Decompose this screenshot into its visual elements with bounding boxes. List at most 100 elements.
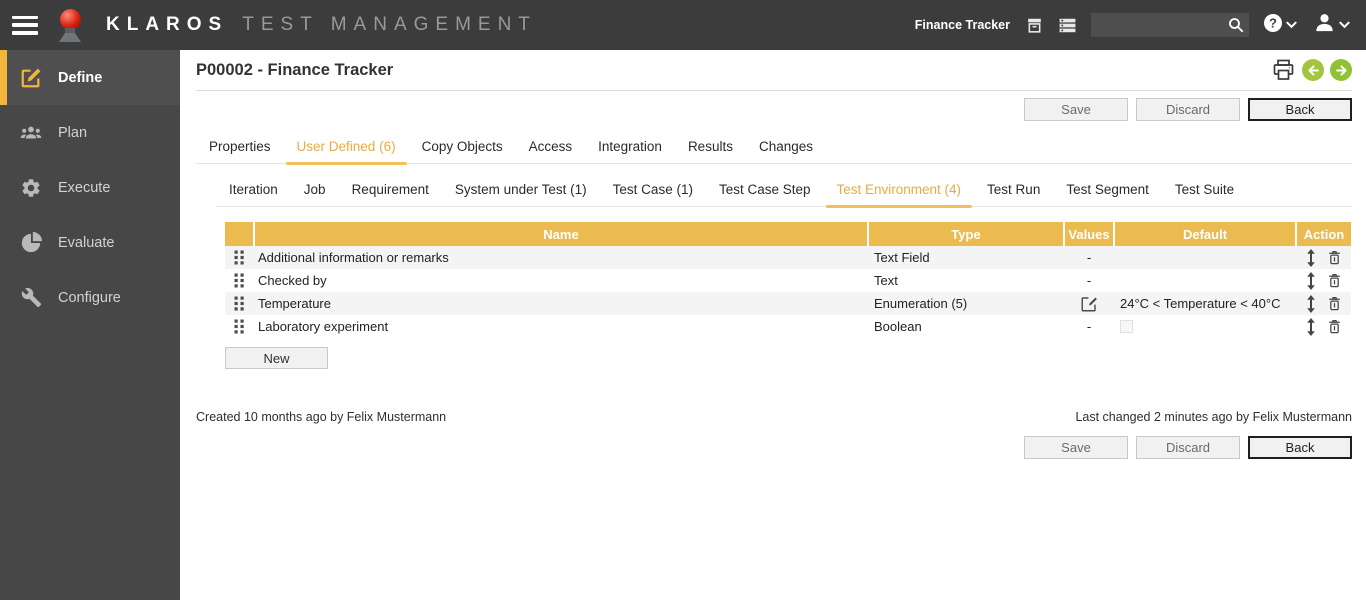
next-icon[interactable] xyxy=(1330,59,1352,81)
search-box xyxy=(1091,13,1249,37)
svg-text:?: ? xyxy=(1269,15,1277,30)
delete-icon[interactable] xyxy=(1326,295,1343,312)
hamburger-menu-icon[interactable] xyxy=(12,15,38,35)
user-icon xyxy=(1313,11,1336,39)
delete-icon[interactable] xyxy=(1326,318,1343,335)
field-name: Laboratory experiment xyxy=(258,319,389,334)
tab-integration[interactable]: Integration xyxy=(585,134,675,163)
save-button[interactable]: Save xyxy=(1024,436,1128,459)
sidebar-item-label: Plan xyxy=(58,124,88,141)
new-button[interactable]: New xyxy=(225,347,328,369)
field-name: Checked by xyxy=(258,273,327,288)
column-header-type: Type xyxy=(867,222,1063,246)
column-header-values: Values xyxy=(1063,222,1113,246)
tab-properties[interactable]: Properties xyxy=(196,134,284,163)
back-button[interactable]: Back xyxy=(1248,436,1352,459)
subtab-test-segment[interactable]: Test Segment xyxy=(1053,177,1162,206)
table-header-row: Name Type Values Default Action xyxy=(225,222,1351,246)
user-menu[interactable] xyxy=(1313,11,1350,39)
subtab-requirement[interactable]: Requirement xyxy=(339,177,442,206)
last-changed-text: Last changed 2 minutes ago by Felix Must… xyxy=(1075,410,1352,424)
drag-handle-icon[interactable] xyxy=(234,273,245,288)
storage-icon[interactable] xyxy=(1058,16,1077,35)
search-input[interactable] xyxy=(1091,13,1249,37)
field-type: Text Field xyxy=(874,250,930,265)
page-title: P00002 - Finance Tracker xyxy=(196,60,394,79)
brand-name: KLAROS xyxy=(106,14,229,35)
tab-copy-objects[interactable]: Copy Objects xyxy=(409,134,516,163)
edit-square-icon xyxy=(19,67,43,89)
tab-changes[interactable]: Changes xyxy=(746,134,826,163)
people-icon xyxy=(19,122,43,144)
field-values: - xyxy=(1086,319,1092,334)
subtab-job[interactable]: Job xyxy=(291,177,339,206)
main-tabs: Properties User Defined (6) Copy Objects… xyxy=(196,134,1352,165)
sidebar-item-label: Execute xyxy=(58,179,111,196)
drag-handle-icon[interactable] xyxy=(234,250,245,265)
print-icon[interactable] xyxy=(1271,58,1296,82)
sidebar-item-label: Define xyxy=(58,69,103,86)
edit-values-icon[interactable] xyxy=(1080,295,1098,313)
field-values: - xyxy=(1086,250,1092,265)
save-button[interactable]: Save xyxy=(1024,98,1128,121)
sidebar: Define Plan Execute Evaluate Configure xyxy=(0,50,180,600)
discard-button[interactable]: Discard xyxy=(1136,436,1240,459)
klaros-logo-icon xyxy=(52,8,88,42)
chevron-down-icon xyxy=(1339,16,1350,34)
help-icon: ? xyxy=(1263,13,1283,38)
tab-access[interactable]: Access xyxy=(516,134,586,163)
wrench-icon xyxy=(19,287,43,308)
sidebar-item-evaluate[interactable]: Evaluate xyxy=(0,215,180,270)
back-button[interactable]: Back xyxy=(1248,98,1352,121)
subtab-test-environment[interactable]: Test Environment (4) xyxy=(824,177,975,208)
reorder-icon[interactable] xyxy=(1305,294,1317,313)
subtab-test-run[interactable]: Test Run xyxy=(974,177,1053,206)
subtab-test-case-step[interactable]: Test Case Step xyxy=(706,177,824,206)
table-row: Laboratory experiment Boolean - xyxy=(225,315,1351,338)
sidebar-item-plan[interactable]: Plan xyxy=(0,105,180,160)
subtab-iteration[interactable]: Iteration xyxy=(216,177,291,206)
chevron-down-icon xyxy=(1286,16,1297,34)
field-type: Boolean xyxy=(874,319,922,334)
subtab-test-case[interactable]: Test Case (1) xyxy=(600,177,706,206)
column-header-action: Action xyxy=(1295,222,1351,246)
default-checkbox[interactable] xyxy=(1120,320,1133,333)
field-type: Enumeration (5) xyxy=(874,296,968,311)
field-name: Temperature xyxy=(258,296,331,311)
gear-icon xyxy=(19,177,43,199)
column-header-default: Default xyxy=(1113,222,1295,246)
archive-icon[interactable] xyxy=(1025,16,1044,35)
table-row: Additional information or remarks Text F… xyxy=(225,246,1351,269)
field-type: Text xyxy=(874,273,898,288)
sidebar-item-execute[interactable]: Execute xyxy=(0,160,180,215)
previous-icon[interactable] xyxy=(1302,59,1324,81)
discard-button[interactable]: Discard xyxy=(1136,98,1240,121)
drag-handle-icon[interactable] xyxy=(234,319,245,334)
reorder-icon[interactable] xyxy=(1305,248,1317,267)
sub-tabs: Iteration Job Requirement System under T… xyxy=(216,177,1352,208)
tab-results[interactable]: Results xyxy=(675,134,746,163)
table-row: Temperature Enumeration (5) 24°C < Tempe… xyxy=(225,292,1351,315)
sidebar-item-define[interactable]: Define xyxy=(0,50,180,105)
column-header-name: Name xyxy=(253,222,867,246)
pie-chart-icon xyxy=(19,231,43,254)
delete-icon[interactable] xyxy=(1326,249,1343,266)
field-default: 24°C < Temperature < 40°C xyxy=(1120,296,1281,311)
subtab-test-suite[interactable]: Test Suite xyxy=(1162,177,1247,206)
main-content: P00002 - Finance Tracker Save Discard Ba… xyxy=(180,50,1366,600)
topbar: KLAROS TEST MANAGEMENT Finance Tracker ? xyxy=(0,0,1366,50)
sidebar-item-configure[interactable]: Configure xyxy=(0,270,180,325)
delete-icon[interactable] xyxy=(1326,272,1343,289)
subtab-system-under-test[interactable]: System under Test (1) xyxy=(442,177,600,206)
drag-handle-icon[interactable] xyxy=(234,296,245,311)
sidebar-item-label: Evaluate xyxy=(58,234,115,251)
active-project-label: Finance Tracker xyxy=(914,18,1010,32)
help-menu[interactable]: ? xyxy=(1263,13,1297,38)
reorder-icon[interactable] xyxy=(1305,317,1317,336)
tab-user-defined[interactable]: User Defined (6) xyxy=(284,134,409,165)
reorder-icon[interactable] xyxy=(1305,271,1317,290)
search-icon[interactable] xyxy=(1227,16,1245,39)
field-name: Additional information or remarks xyxy=(258,250,449,265)
user-defined-fields-table: Name Type Values Default Action Addition… xyxy=(225,222,1351,338)
sidebar-item-label: Configure xyxy=(58,289,121,306)
